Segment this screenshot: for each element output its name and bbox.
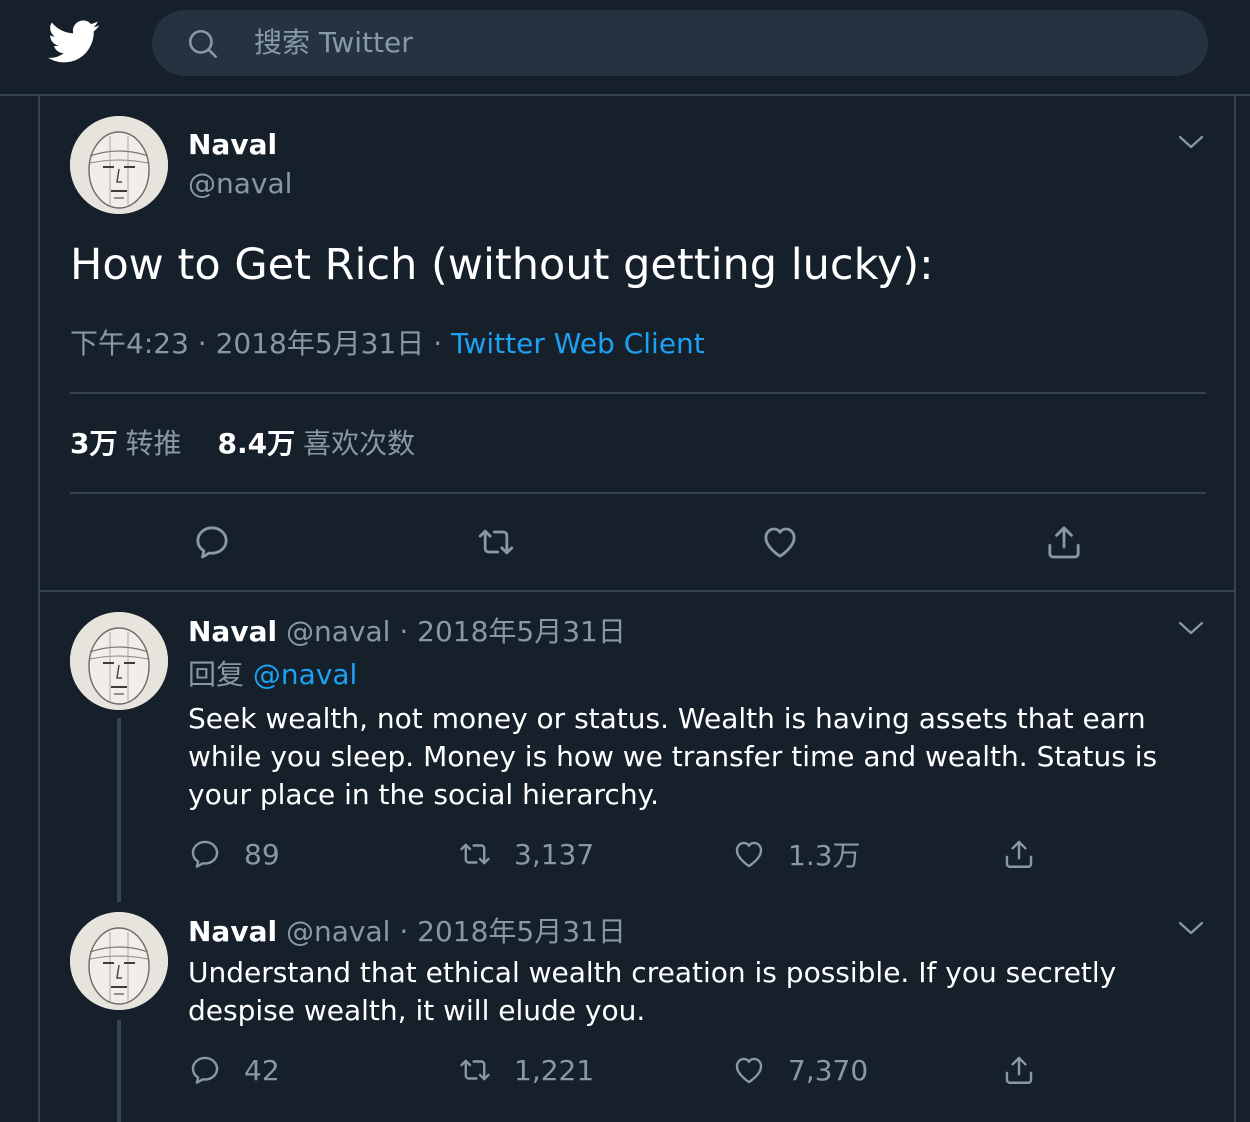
thread-line — [117, 1020, 121, 1122]
chevron-down-icon[interactable] — [1178, 134, 1204, 150]
likes-count: 8.4万 — [217, 427, 296, 460]
retweet-action[interactable]: 3,137 — [458, 834, 594, 874]
like-count: 7,370 — [788, 1053, 869, 1087]
reply-action[interactable]: 89 — [188, 834, 280, 874]
reply-action[interactable]: 42 — [188, 1050, 280, 1090]
retweet-icon — [458, 837, 492, 871]
like-count: 1.3万 — [788, 839, 861, 872]
tweet-date[interactable]: 2018年5月31日 — [417, 915, 626, 948]
share-icon — [1002, 837, 1036, 871]
search-icon — [188, 29, 218, 59]
author-name[interactable]: Naval — [188, 615, 277, 648]
avatar-image — [70, 116, 168, 214]
avatar[interactable] — [70, 612, 168, 710]
tweet-text: How to Get Rich (without getting lucky): — [70, 240, 934, 290]
heart-icon[interactable] — [760, 522, 800, 562]
retweet-count: 3,137 — [514, 837, 595, 871]
tweet-meta: 下午4:23 · 2018年5月31日 · Twitter Web Client — [70, 324, 705, 364]
share-action[interactable] — [1002, 834, 1036, 874]
likes-stat[interactable]: 8.4万 喜欢次数 — [218, 427, 416, 460]
top-bar: 搜索 Twitter — [0, 0, 1250, 96]
meta-separator: · — [197, 327, 207, 360]
share-action[interactable] — [1002, 1050, 1036, 1090]
twitter-bird-icon[interactable] — [48, 20, 100, 64]
retweets-stat[interactable]: 3万 转推 — [70, 427, 182, 460]
avatar[interactable] — [70, 116, 168, 214]
search-bar[interactable]: 搜索 Twitter — [152, 10, 1208, 76]
meta-separator: · — [433, 327, 443, 360]
author-name[interactable]: Naval — [188, 126, 277, 164]
heart-icon — [732, 837, 766, 871]
share-icon[interactable] — [1044, 522, 1084, 562]
search-input[interactable]: 搜索 Twitter — [254, 26, 413, 60]
meta-separator: · — [399, 915, 409, 948]
author-handle[interactable]: @naval — [188, 166, 292, 202]
tweet-stats: 3万 转推 8.4万 喜欢次数 — [70, 422, 415, 466]
tweet-source-link[interactable]: Twitter Web Client — [451, 327, 705, 360]
meta-separator: · — [399, 615, 409, 648]
tweet-text: Understand that ethical wealth creation … — [188, 956, 1117, 1027]
reply-icon[interactable] — [192, 522, 232, 562]
chevron-down-icon[interactable] — [1178, 620, 1204, 636]
divider — [70, 392, 1206, 394]
tweet-text: Seek wealth, not money or status. Wealth… — [188, 702, 1158, 811]
share-icon — [1002, 1053, 1036, 1087]
tweet-date[interactable]: 2018年5月31日 — [216, 327, 425, 360]
retweets-label: 转推 — [125, 427, 182, 460]
tweet-date[interactable]: 2018年5月31日 — [417, 615, 626, 648]
like-action[interactable]: 7,370 — [732, 1050, 868, 1090]
retweet-icon — [458, 1053, 492, 1087]
author-handle[interactable]: @naval — [286, 615, 390, 648]
chevron-down-icon[interactable] — [1178, 920, 1204, 936]
divider — [40, 590, 1236, 592]
heart-icon — [732, 1053, 766, 1087]
reply-icon — [188, 1053, 222, 1087]
reply-icon — [188, 837, 222, 871]
tweet-time[interactable]: 下午4:23 — [70, 327, 189, 360]
reply-header: Naval @naval · 2018年5月31日 — [188, 612, 626, 652]
reply-prefix: 回复 — [188, 658, 245, 691]
avatar-image — [70, 612, 168, 710]
avatar-image — [70, 912, 168, 1010]
reply-count: 42 — [244, 1053, 280, 1087]
retweet-count: 1,221 — [514, 1053, 595, 1087]
reply-header: Naval @naval · 2018年5月31日 — [188, 912, 626, 952]
author-name[interactable]: Naval — [188, 915, 277, 948]
reply-to-link[interactable]: @naval — [253, 658, 357, 691]
likes-label: 喜欢次数 — [303, 427, 416, 460]
retweet-icon[interactable] — [476, 522, 516, 562]
thread-line — [117, 718, 121, 902]
like-action[interactable]: 1.3万 — [732, 834, 861, 874]
replying-to: 回复 @naval — [188, 656, 357, 694]
avatar[interactable] — [70, 912, 168, 1010]
reply-count: 89 — [244, 837, 280, 871]
retweets-count: 3万 — [70, 427, 118, 460]
divider — [70, 492, 1206, 494]
retweet-action[interactable]: 1,221 — [458, 1050, 594, 1090]
author-handle[interactable]: @naval — [286, 915, 390, 948]
